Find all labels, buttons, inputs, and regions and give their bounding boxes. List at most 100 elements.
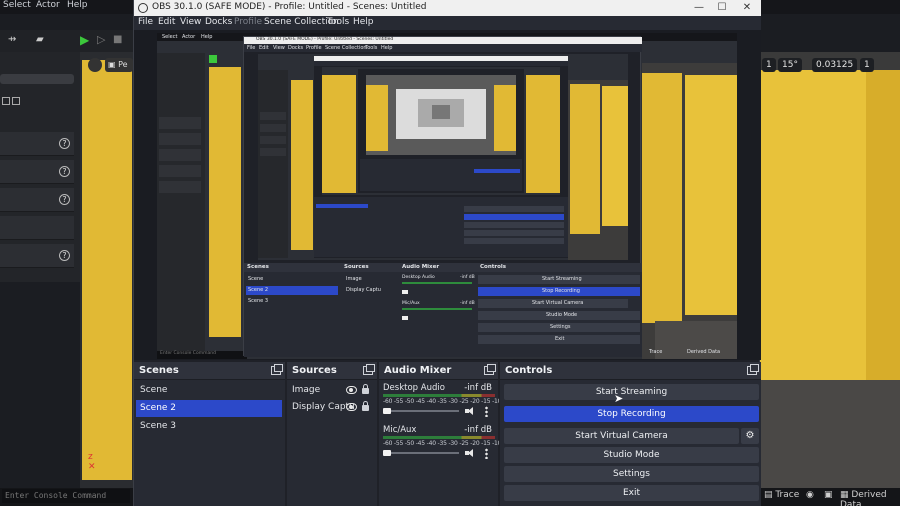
eye-icon[interactable] xyxy=(346,386,357,394)
desktop-audio-slider-track[interactable] xyxy=(383,410,459,412)
nested-mic-db: -inf dB xyxy=(460,301,475,306)
scene-item-scene-2[interactable]: Scene 2 xyxy=(136,400,282,417)
nested-menubar xyxy=(244,44,642,52)
lock-icon[interactable] xyxy=(362,401,369,411)
virtual-camera-settings-button[interactable]: ⚙ xyxy=(741,428,759,444)
help-icon[interactable]: ? xyxy=(59,166,70,177)
controls-dock: Controls Start Streaming Stop Recording … xyxy=(500,362,761,506)
start-streaming-button[interactable]: Start Streaming xyxy=(504,384,759,400)
editor-menu-select[interactable]: Select xyxy=(3,0,31,10)
lock-icon[interactable] xyxy=(362,384,369,394)
nested-scene: Scene 2 xyxy=(248,287,269,293)
deeper-canvas xyxy=(322,67,560,195)
audio-mixer-title: Audio Mixer xyxy=(384,365,452,376)
details-search-bar[interactable] xyxy=(0,74,74,84)
viewport-menu-icon[interactable] xyxy=(88,58,102,72)
scenes-dock: Scenes Scene Scene 2 Scene 3 xyxy=(134,362,285,506)
camera-speed-chip[interactable]: 1 xyxy=(860,58,874,72)
exit-button[interactable]: Exit xyxy=(504,485,759,501)
perspective-chip[interactable]: ▣ Pe xyxy=(105,58,133,72)
stop-icon[interactable]: ■ xyxy=(113,34,122,45)
menu-profile[interactable]: Profile xyxy=(234,17,262,27)
speaker-icon[interactable] xyxy=(465,407,475,415)
scale-snap-chip[interactable]: 0.03125 xyxy=(812,58,858,72)
nested-obs-window: OBS 30.1.0 (SAFE MODE) - Profile: Untitl… xyxy=(243,36,642,357)
kebab-menu-icon[interactable] xyxy=(485,448,488,459)
desktop-audio-slider-handle[interactable] xyxy=(383,408,391,414)
eye-icon[interactable] xyxy=(346,403,357,411)
maximize-button[interactable]: ☐ xyxy=(712,1,732,15)
deepest-obs xyxy=(358,69,524,193)
source-item-display-capture[interactable]: Display Captu xyxy=(287,399,377,416)
sources-title: Sources xyxy=(292,365,337,376)
derived-data-label: Derived Data xyxy=(840,490,887,506)
mic-aux-slider-handle[interactable] xyxy=(383,450,391,456)
editor-menu-help[interactable]: Help xyxy=(67,0,88,10)
deeper-ctrl xyxy=(464,238,564,244)
details-row[interactable]: ? xyxy=(0,244,74,268)
editor-menu-actor[interactable]: Actor xyxy=(36,0,60,10)
menu-docks[interactable]: Docks xyxy=(205,17,232,27)
menu-help[interactable]: Help xyxy=(353,17,374,27)
grid-snap-chip[interactable]: 1 xyxy=(762,58,776,72)
dock-float-icon[interactable] xyxy=(271,364,283,375)
nested-details-row xyxy=(159,117,201,129)
nested-title: OBS 30.1.0 (SAFE MODE) - Profile: Untitl… xyxy=(256,37,394,42)
source-item-image[interactable]: Image xyxy=(287,382,377,399)
studio-mode-button[interactable]: Studio Mode xyxy=(504,447,759,463)
deeper-menubar xyxy=(314,61,568,66)
menu-bar: File Edit View Docks Profile Scene Colle… xyxy=(134,16,761,30)
rotation-snap-chip[interactable]: 15° xyxy=(778,58,802,72)
settings-button[interactable]: Settings xyxy=(504,466,759,482)
details-row[interactable]: ? xyxy=(0,160,74,184)
menu-view[interactable]: View xyxy=(180,17,201,27)
nested-scene: Scene xyxy=(248,276,264,282)
derived-data-button[interactable]: ▦ Derived Data xyxy=(840,490,900,506)
stop-recording-button[interactable]: Stop Recording xyxy=(504,406,759,422)
camera-icon[interactable]: ▰ xyxy=(36,34,44,45)
scene-item-scene[interactable]: Scene xyxy=(136,382,282,399)
scene-item-scene-3[interactable]: Scene 3 xyxy=(136,418,282,435)
start-virtual-camera-button[interactable]: Start Virtual Camera xyxy=(504,428,739,444)
nested-scenes-title: Scenes xyxy=(247,264,269,270)
details-row[interactable] xyxy=(0,216,74,240)
help-icon[interactable]: ? xyxy=(59,138,70,149)
preview-area[interactable]: Select Actor Help Enter Console Command … xyxy=(134,30,761,360)
nested-desktop-db: -inf dB xyxy=(460,275,475,280)
menu-file[interactable]: File xyxy=(138,17,153,27)
nested-menu-item: Docks xyxy=(288,45,304,51)
details-checkbox-icon[interactable] xyxy=(2,97,10,105)
speaker-icon[interactable] xyxy=(465,449,475,457)
mic-aux-slider-track[interactable] xyxy=(383,452,459,454)
deeper-yellow-wall xyxy=(602,86,628,226)
dock-float-icon[interactable] xyxy=(747,364,759,375)
mouse-cursor-icon: ➤ xyxy=(614,392,624,405)
status-icon[interactable]: ◉ xyxy=(806,490,814,500)
scenes-title: Scenes xyxy=(139,365,179,376)
help-icon[interactable]: ? xyxy=(59,194,70,205)
mic-aux-db: -inf dB xyxy=(464,425,492,435)
close-button[interactable]: ✕ xyxy=(737,1,757,15)
details-row[interactable]: ? xyxy=(0,132,74,156)
transform-icon[interactable]: ⇸ xyxy=(8,34,16,45)
trace-button[interactable]: ▤ Trace xyxy=(764,490,799,500)
step-icon[interactable]: ▷ xyxy=(97,33,105,46)
nested-menu-item: Edit xyxy=(259,45,269,51)
nested-studio-mode: Studio Mode xyxy=(546,312,578,318)
minimize-button[interactable]: — xyxy=(689,1,709,15)
nested-menu-item: Scene Collection xyxy=(325,45,367,51)
dock-float-icon[interactable] xyxy=(363,364,375,375)
deeper-ctrl xyxy=(464,230,564,236)
deepest-wall xyxy=(366,85,388,151)
dock-float-icon[interactable] xyxy=(484,364,496,375)
menu-tools[interactable]: Tools xyxy=(327,17,349,27)
status-icon[interactable]: ▣ xyxy=(824,490,833,500)
details-row[interactable]: ? xyxy=(0,188,74,212)
console-input[interactable]: Enter Console Command xyxy=(2,489,130,503)
menu-edit[interactable]: Edit xyxy=(158,17,175,27)
details-checkbox-icon[interactable] xyxy=(12,97,20,105)
kebab-menu-icon[interactable] xyxy=(485,406,488,417)
help-icon[interactable]: ? xyxy=(59,250,70,261)
preview-canvas[interactable]: Select Actor Help Enter Console Command … xyxy=(157,33,737,359)
play-icon[interactable]: ▶ xyxy=(80,33,89,47)
